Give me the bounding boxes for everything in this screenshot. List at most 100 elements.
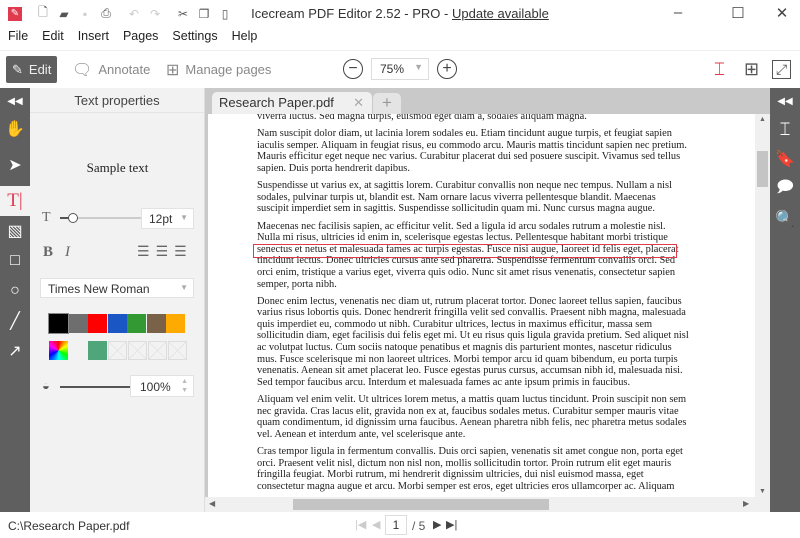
empty-color-slot[interactable] — [128, 341, 147, 360]
text-tool-icon[interactable]: T| — [0, 186, 30, 216]
copy-icon[interactable]: ❐ — [197, 7, 211, 21]
zoom-out-button[interactable]: − — [343, 59, 363, 79]
color-swatch[interactable] — [68, 314, 88, 333]
scroll-right-icon[interactable]: ▶ — [743, 499, 749, 508]
new-tab-button[interactable]: + — [373, 93, 401, 114]
color-swatch[interactable] — [146, 314, 166, 333]
scroll-thumb[interactable] — [293, 499, 549, 510]
paragraph[interactable]: Cras tempor ligula in fermentum convalli… — [257, 446, 689, 492]
slider-handle[interactable] — [68, 213, 78, 223]
print-icon[interactable]: ⎙ — [99, 6, 113, 21]
paragraph[interactable]: viverra luctus. Sed magna turpis, euismo… — [257, 114, 689, 123]
paragraph[interactable]: Suspendisse ut varius ex, at sagittis lo… — [257, 180, 689, 215]
bookmark-icon[interactable]: 🔖 — [770, 144, 800, 174]
color-swatch[interactable] — [166, 314, 185, 333]
save-icon[interactable]: ▪ — [78, 7, 92, 21]
alignment-buttons[interactable]: ☰☰☰ — [137, 243, 193, 260]
color-swatch[interactable] — [127, 314, 146, 333]
menu-edit[interactable]: Edit — [34, 27, 70, 45]
collapse-panel-icon[interactable]: ◀◀ — [0, 88, 30, 114]
undo-icon[interactable]: ↶ — [127, 7, 141, 21]
color-swatch[interactable] — [88, 314, 107, 333]
fullscreen-icon[interactable]: ⤢ — [766, 56, 797, 83]
pdf-page[interactable]: viverra luctus. Sed magna turpis, euismo… — [208, 114, 755, 497]
previous-page-button[interactable]: ◀ — [372, 518, 380, 531]
empty-color-slot[interactable] — [108, 341, 127, 360]
menu-pages[interactable]: Pages — [115, 27, 164, 45]
app-title: Icecream PDF Editor 2.52 - PRO - — [251, 6, 452, 21]
page-number-input[interactable]: 1 — [385, 515, 407, 535]
menu-insert[interactable]: Insert — [70, 27, 115, 45]
text-line: Nam suscipit dolor diam, ut lacinia lore… — [257, 128, 672, 140]
scroll-left-icon[interactable]: ◀ — [209, 499, 215, 508]
color-picker-icon[interactable] — [49, 341, 68, 360]
close-tab-icon[interactable]: ✕ — [353, 95, 364, 111]
font-size-select[interactable]: 12pt ▼ — [141, 208, 194, 229]
text-line: vel. Aenean et interdum ante, vel sceler… — [257, 428, 466, 440]
chevron-down-icon: ▼ — [180, 213, 188, 222]
menu-settings[interactable]: Settings — [164, 27, 223, 45]
opacity-input[interactable]: 100% ▲ ▼ — [130, 375, 194, 397]
color-swatch[interactable] — [107, 314, 127, 333]
multi-page-view-icon[interactable]: ⊞ — [738, 56, 765, 83]
scroll-down-icon[interactable]: ▼ — [759, 488, 766, 495]
opacity-value: 100% — [140, 380, 171, 394]
page-thumbnails-icon[interactable]: ⌶ — [770, 114, 800, 144]
close-button[interactable]: ✕ — [767, 4, 797, 22]
menu-help[interactable]: Help — [224, 27, 264, 45]
open-folder-icon[interactable]: ▰ — [57, 7, 71, 21]
text-line: sapien. Duis porta hendrerit dapibus. — [257, 162, 410, 174]
redo-icon[interactable]: ↷ — [148, 7, 162, 21]
manage-pages-button[interactable]: ⊞ Manage pages — [160, 56, 277, 83]
bold-button[interactable]: B — [43, 244, 53, 261]
menu-file[interactable]: File — [0, 27, 34, 45]
color-swatch[interactable] — [48, 313, 69, 334]
cut-icon[interactable]: ✂ — [176, 7, 190, 21]
search-icon[interactable]: 🔍 — [770, 204, 800, 234]
text-line: orci enim, tristique a varius eget, vive… — [257, 266, 676, 278]
minimize-button[interactable]: – — [663, 4, 693, 21]
update-available-link[interactable]: Update available — [452, 6, 549, 21]
hand-tool-icon[interactable]: ✋ — [0, 114, 30, 144]
single-page-view-icon[interactable]: ⌶ — [708, 56, 731, 83]
selected-text-box[interactable] — [253, 244, 677, 258]
zoom-in-button[interactable]: + — [437, 59, 457, 79]
comments-icon[interactable]: 🗩 — [770, 174, 800, 204]
zoom-select[interactable]: 75% ▼ — [371, 58, 429, 80]
empty-color-slot[interactable] — [148, 341, 167, 360]
page-text[interactable]: viverra luctus. Sed magna turpis, euismo… — [257, 114, 689, 497]
rectangle-tool-icon[interactable]: □ — [0, 246, 30, 276]
ellipse-tool-icon[interactable]: ○ — [0, 276, 30, 306]
italic-button[interactable]: I — [65, 244, 70, 261]
select-tool-icon[interactable]: ➤ — [0, 150, 30, 180]
pencil-icon: ✎ — [12, 61, 23, 77]
annotate-mode-button[interactable]: 🗨 Annotate — [66, 56, 156, 83]
align-left-icon[interactable]: ☰ — [137, 243, 156, 259]
spinner-icon[interactable]: ▲ ▼ — [181, 377, 188, 395]
paragraph[interactable]: Aliquam vel enim velit. Ut ultrices lore… — [257, 394, 689, 440]
tab-research-paper[interactable]: Research Paper.pdf ✕ — [212, 92, 372, 114]
custom-color-swatch[interactable] — [88, 341, 107, 360]
expand-panel-icon[interactable]: ◀◀ — [770, 88, 800, 114]
maximize-button[interactable]: ☐ — [723, 4, 753, 22]
align-right-icon[interactable]: ☰ — [174, 243, 193, 259]
text-line: Sed tempor faucibus arcu. Interdum et ma… — [257, 376, 631, 388]
paragraph[interactable]: Donec enim lectus, venenatis nec diam ut… — [257, 296, 689, 389]
next-page-button[interactable]: ▶ — [433, 518, 441, 531]
image-tool-icon[interactable]: ▧ — [0, 216, 30, 246]
edit-mode-button[interactable]: ✎ Edit — [6, 56, 58, 83]
new-file-icon[interactable]: 🗋 — [36, 5, 50, 21]
scroll-thumb[interactable] — [757, 151, 768, 187]
vertical-scrollbar[interactable]: ▲ ▼ — [755, 114, 770, 497]
paste-icon[interactable]: ▯ — [218, 7, 232, 21]
empty-color-slot[interactable] — [168, 341, 187, 360]
align-center-icon[interactable]: ☰ — [156, 243, 175, 259]
horizontal-scrollbar[interactable]: ◀ ▶ — [205, 497, 770, 512]
first-page-button[interactable]: |◀ — [355, 518, 366, 531]
font-family-select[interactable]: Times New Roman ▼ — [40, 278, 194, 298]
last-page-button[interactable]: ▶| — [446, 518, 457, 531]
line-tool-icon[interactable]: ╱ — [0, 306, 30, 336]
arrow-tool-icon[interactable]: ↗ — [0, 336, 30, 366]
scroll-up-icon[interactable]: ▲ — [759, 116, 766, 123]
paragraph[interactable]: Nam suscipit dolor diam, ut lacinia lore… — [257, 128, 689, 174]
